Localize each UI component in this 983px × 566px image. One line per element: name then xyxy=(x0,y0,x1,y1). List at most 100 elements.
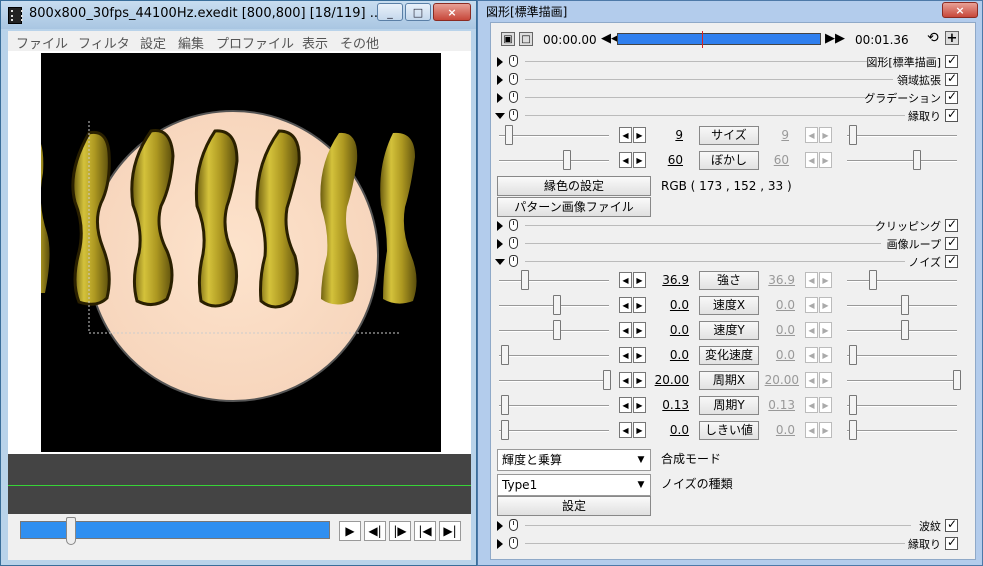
start-value[interactable]: 0.0 xyxy=(647,323,689,337)
start-slider-track[interactable] xyxy=(499,355,609,357)
decrement-icon[interactable]: ◀ xyxy=(619,372,632,388)
start-value[interactable]: 20.00 xyxy=(647,373,689,387)
end-slider-thumb[interactable] xyxy=(913,150,921,170)
end-value[interactable]: 36.9 xyxy=(753,273,795,287)
play-button[interactable]: ▶ xyxy=(339,521,361,541)
section-ripple[interactable]: 波紋 xyxy=(491,517,975,535)
end-slider-track[interactable] xyxy=(847,135,957,137)
image-icon[interactable]: □ xyxy=(519,32,533,46)
start-slider-track[interactable] xyxy=(499,160,609,162)
increment-icon[interactable]: ▶ xyxy=(819,127,832,143)
start-slider-thumb[interactable] xyxy=(603,370,611,390)
settings-titlebar[interactable]: 図形[標準描画] × xyxy=(478,1,982,21)
end-slider-thumb[interactable] xyxy=(901,295,909,315)
close-button[interactable]: × xyxy=(433,3,471,21)
menu-settings[interactable]: 設定 xyxy=(140,33,166,52)
enable-checkbox[interactable] xyxy=(945,517,958,532)
start-slider-thumb[interactable] xyxy=(505,125,513,145)
video-preview[interactable] xyxy=(41,53,441,452)
prev-frame-button[interactable]: ◀| xyxy=(364,521,386,541)
start-slider-track[interactable] xyxy=(499,405,609,407)
expand-icon[interactable] xyxy=(497,93,503,103)
increment-icon[interactable]: ▶ xyxy=(633,397,646,413)
end-value[interactable]: 20.00 xyxy=(757,373,799,387)
add-filter-icon[interactable]: + xyxy=(945,31,959,46)
section-image-loop[interactable]: 画像ループ xyxy=(491,235,975,253)
increment-icon[interactable]: ▶ xyxy=(819,347,832,363)
end-slider-thumb[interactable] xyxy=(849,420,857,440)
decrement-icon[interactable]: ◀ xyxy=(619,272,632,288)
decrement-icon[interactable]: ◀ xyxy=(805,272,818,288)
decrement-icon[interactable]: ◀ xyxy=(619,347,632,363)
section-clipping[interactable]: クリッピング xyxy=(491,217,975,235)
end-value[interactable]: 0.0 xyxy=(753,423,795,437)
menu-filter[interactable]: フィルタ xyxy=(78,33,130,52)
menu-other[interactable]: その他 xyxy=(340,33,379,52)
decrement-icon[interactable]: ◀ xyxy=(805,347,818,363)
pattern-image-button[interactable]: パターン画像ファイル xyxy=(497,197,651,217)
end-slider-track[interactable] xyxy=(847,380,957,382)
increment-icon[interactable]: ▶ xyxy=(633,372,646,388)
decrement-icon[interactable]: ◀ xyxy=(805,372,818,388)
end-value[interactable]: 0.0 xyxy=(753,323,795,337)
start-slider-thumb[interactable] xyxy=(501,420,509,440)
enable-checkbox[interactable] xyxy=(945,235,958,250)
menu-edit[interactable]: 編集 xyxy=(178,33,204,52)
section-shape[interactable]: 図形[標準描画] xyxy=(491,53,975,71)
noise-type-select[interactable]: Type1 ▼ xyxy=(497,474,651,496)
increment-icon[interactable]: ▶ xyxy=(819,297,832,313)
expand-icon[interactable] xyxy=(497,239,503,249)
start-slider-thumb[interactable] xyxy=(553,295,561,315)
end-slider-track[interactable] xyxy=(847,405,957,407)
increment-icon[interactable]: ▶ xyxy=(633,297,646,313)
seek-thumb[interactable] xyxy=(66,517,76,545)
preview-titlebar[interactable]: 800x800_30fps_44100Hz.exedit [800,800] [… xyxy=(1,1,476,29)
end-slider-thumb[interactable] xyxy=(849,345,857,365)
end-value[interactable]: 0.0 xyxy=(753,298,795,312)
end-value[interactable]: 9 xyxy=(747,128,789,142)
section-area-expand[interactable]: 領域拡張 xyxy=(491,71,975,89)
end-slider-track[interactable] xyxy=(847,355,957,357)
expand-icon[interactable] xyxy=(497,521,503,531)
decrement-icon[interactable]: ◀ xyxy=(805,322,818,338)
collapse-icon[interactable] xyxy=(495,259,505,265)
enable-checkbox[interactable] xyxy=(945,217,958,232)
end-slider-thumb[interactable] xyxy=(953,370,961,390)
increment-icon[interactable]: ▶ xyxy=(819,272,832,288)
last-frame-button[interactable]: ▶| xyxy=(439,521,461,541)
end-slider-thumb[interactable] xyxy=(901,320,909,340)
end-value[interactable]: 0.13 xyxy=(753,398,795,412)
end-slider-thumb[interactable] xyxy=(869,270,877,290)
decrement-icon[interactable]: ◀ xyxy=(619,422,632,438)
settings-button[interactable]: 設定 xyxy=(497,496,651,516)
loop-icon[interactable]: ⟲ xyxy=(927,30,939,46)
collapse-icon[interactable] xyxy=(495,113,505,119)
start-value[interactable]: 0.0 xyxy=(647,298,689,312)
start-value[interactable]: 36.9 xyxy=(647,273,689,287)
start-slider-thumb[interactable] xyxy=(553,320,561,340)
expand-icon[interactable] xyxy=(497,221,503,231)
enable-checkbox[interactable] xyxy=(945,535,958,550)
decrement-icon[interactable]: ◀ xyxy=(619,297,632,313)
expand-icon[interactable] xyxy=(497,539,503,549)
param-name-button[interactable]: 周期Y xyxy=(699,396,759,415)
end-value[interactable]: 0.0 xyxy=(753,348,795,362)
end-slider-thumb[interactable] xyxy=(849,395,857,415)
chevron-down-icon[interactable]: ▼ xyxy=(633,476,649,494)
menu-profile[interactable]: プロファイル xyxy=(216,33,294,52)
start-slider-thumb[interactable] xyxy=(501,395,509,415)
end-slider-track[interactable] xyxy=(847,280,957,282)
end-slider-thumb[interactable] xyxy=(849,125,857,145)
end-slider-track[interactable] xyxy=(847,160,957,162)
start-value[interactable]: 9 xyxy=(641,128,683,142)
maximize-button[interactable]: □ xyxy=(405,3,431,21)
decrement-icon[interactable]: ◀ xyxy=(805,152,818,168)
decrement-icon[interactable]: ◀ xyxy=(619,322,632,338)
param-name-button[interactable]: 速度Y xyxy=(699,321,759,340)
first-frame-button[interactable]: |◀ xyxy=(414,521,436,541)
object-timeline-bar[interactable] xyxy=(617,31,821,48)
expand-icon[interactable] xyxy=(497,57,503,67)
start-value[interactable]: 60 xyxy=(641,153,683,167)
start-slider-track[interactable] xyxy=(499,430,609,432)
start-slider-track[interactable] xyxy=(499,135,609,137)
